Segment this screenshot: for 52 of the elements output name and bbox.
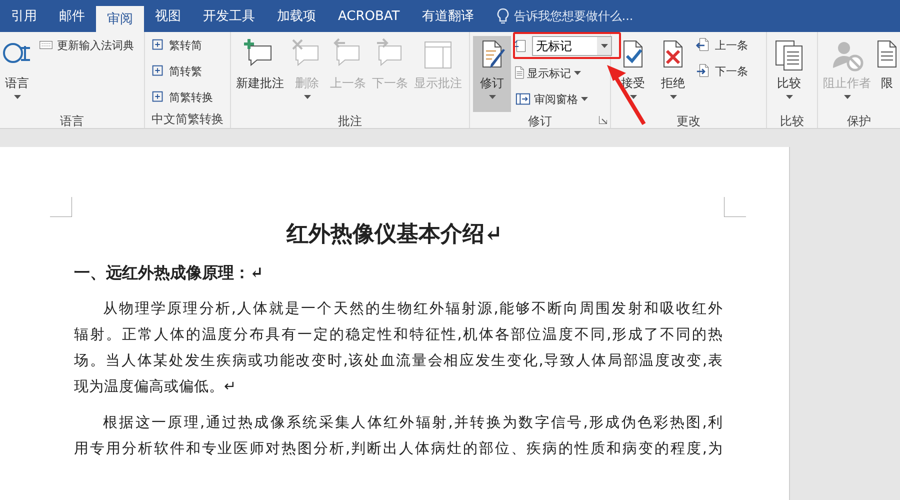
corner-mark [50, 197, 72, 217]
ribbon-tab[interactable]: 加载项 [266, 0, 327, 32]
ribbon-tab[interactable]: 开发工具 [192, 0, 266, 32]
ribbon-tab[interactable]: 邮件 [48, 0, 96, 32]
caret-icon [14, 95, 20, 99]
ribbon-button[interactable]: 更新输入法词典 [36, 36, 136, 54]
caret-icon [630, 95, 636, 99]
section-heading: 一、远红外热成像原理：↵ [74, 263, 264, 284]
ribbon-tab[interactable]: ACROBAT [327, 0, 411, 32]
corner-mark [724, 197, 746, 217]
ribbon-button[interactable]: 语言 [0, 36, 34, 112]
ribbon-button[interactable]: 审阅窗格 [513, 90, 590, 108]
ribbon-button[interactable]: 比较 [770, 36, 808, 112]
ribbon-button[interactable]: 上一条 [694, 36, 750, 54]
caret-icon [488, 95, 496, 99]
caret-icon [786, 95, 792, 99]
dialog-launcher-icon[interactable] [599, 116, 607, 124]
group-label: 保护 [847, 113, 871, 130]
ribbon-button[interactable]: 简繁转换 [148, 88, 215, 106]
ribbon-button[interactable]: 简转繁 [148, 62, 204, 80]
document-title: 红外热像仪基本介绍↵ [285, 220, 504, 249]
caret-icon [600, 44, 608, 48]
annotation-arrow [607, 65, 646, 126]
ribbon-button[interactable]: 繁转简 [148, 36, 204, 54]
caret-icon [670, 95, 676, 99]
group-label: 修订 [528, 113, 552, 130]
body-paragraph: 从物理学原理分析,人体就是一个天然的生物红外辐射源,能够不断向周围发射和吸收红外 辐射。正常人体的温度分布具有一定的稳定性和特征性,机体各部位温度不同,形成了不同的热 场。当人体某处发生疾病或功能改变时,该处血流量会相应发生变化,导致人体局部温度改变,表 现为温度偏高或偏低。↵ [74, 300, 723, 397]
group-label: 更改 [676, 113, 700, 130]
caret-icon [581, 97, 588, 101]
ribbon-tab[interactable]: 视图 [144, 0, 192, 32]
group-label: 批注 [338, 113, 362, 130]
caret-icon [574, 71, 581, 75]
document-icon [515, 65, 524, 81]
markup-dropdown[interactable]: 无标记 [532, 36, 612, 56]
ribbon-button[interactable]: 新建批注 [234, 36, 286, 112]
ribbon-button[interactable]: 显示标记 [513, 64, 583, 82]
group-label: 语言 [60, 113, 84, 130]
tell-me-field[interactable]: 告诉我您想要做什么... [514, 8, 634, 24]
group-label: 中文简繁转换 [152, 111, 224, 128]
body-paragraph: 根据这一原理,通过热成像系统采集人体红外辐射,并转换为数字信号,形成伪色彩热图,利 用专用分析软件和专业医师对热图分析,判断出人体病灶的部位、疾病的性质和病变的程度,为 [74, 414, 723, 459]
review-pane-icon [515, 91, 531, 107]
caret-icon [844, 95, 850, 99]
ribbon-tab[interactable]: 有道翻译 [410, 0, 485, 32]
ribbon-button[interactable]: 下一条 [694, 62, 750, 80]
ribbon-tab[interactable]: 审阅 [96, 6, 144, 32]
caret-icon [304, 95, 310, 99]
ribbon-button[interactable]: 拒绝 [654, 36, 692, 112]
group-label: 比较 [780, 113, 804, 130]
ribbon-button[interactable]: 修订 [473, 36, 511, 112]
ribbon-tab[interactable]: 引用 [0, 0, 48, 32]
lightbulb-icon [496, 8, 509, 24]
ribbon-button[interactable]: 限 [875, 36, 899, 112]
